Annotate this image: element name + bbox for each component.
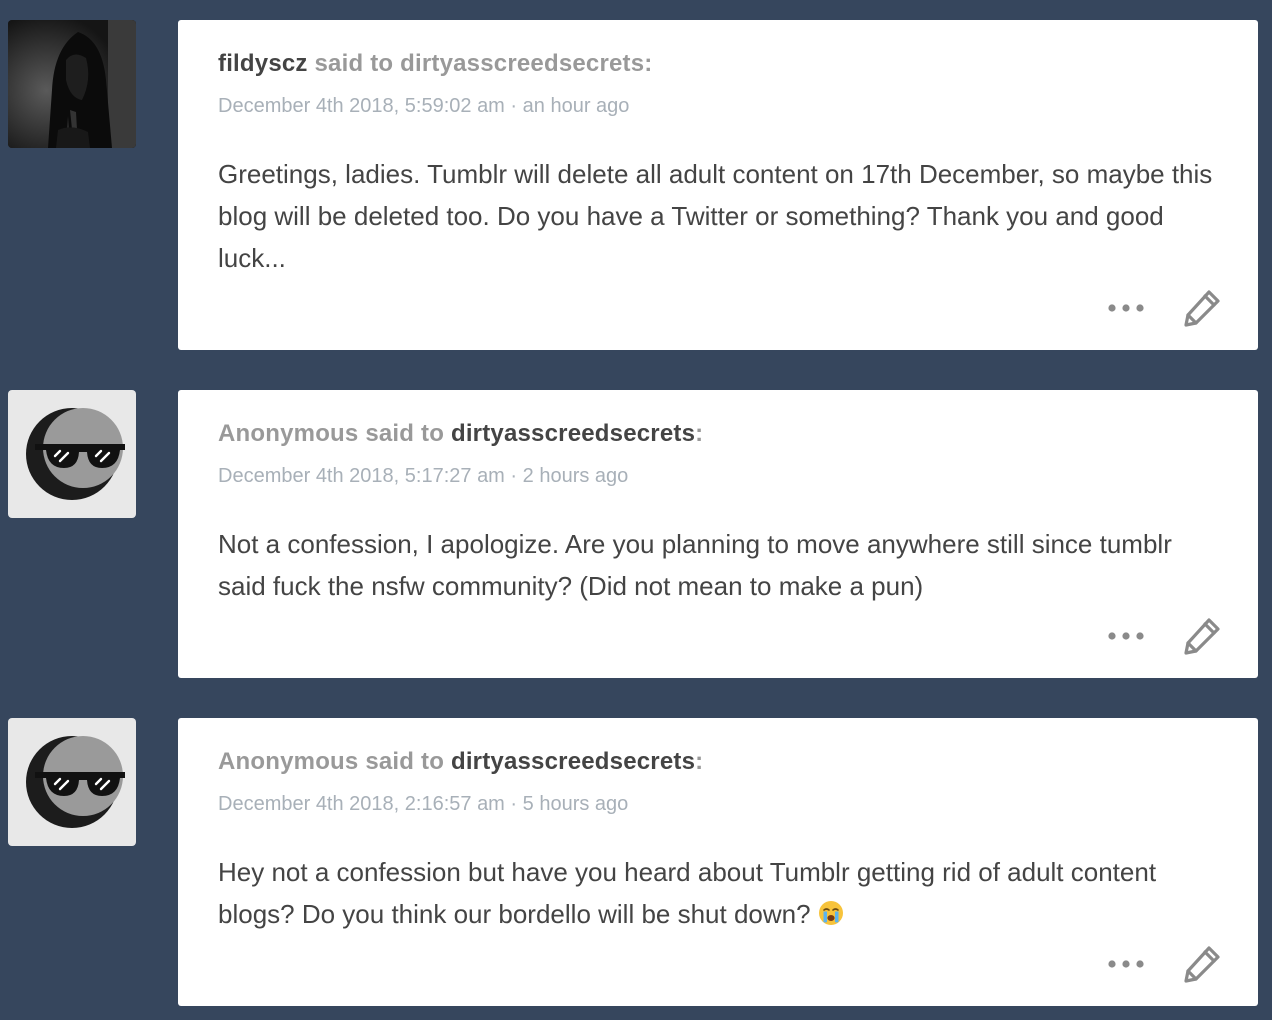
said-to-text: said to: [307, 50, 401, 77]
recipient-name[interactable]: dirtyasscreedsecrets: [451, 420, 695, 447]
anonymous-sunglasses-icon: [26, 408, 125, 500]
asker-avatar[interactable]: [8, 718, 136, 846]
edit-button[interactable]: [1182, 944, 1222, 984]
ask-body: Hey not a confession but have you heard …: [218, 851, 1218, 935]
meta-separator: ·: [504, 793, 523, 815]
ask-header: Anonymous said to dirtyasscreedsecrets:: [218, 420, 703, 448]
asker-avatar[interactable]: [8, 20, 136, 148]
ask-card: fildyscz said to dirtyasscreedsecrets: D…: [178, 20, 1258, 350]
edit-button[interactable]: [1182, 288, 1222, 328]
crying-face-emoji-icon: [818, 901, 843, 925]
meta-separator: ·: [504, 95, 523, 117]
ask-relative-time: 2 hours ago: [522, 465, 629, 487]
more-options-button[interactable]: [1106, 288, 1146, 328]
ask-post: Anonymous said to dirtyasscreedsecrets: …: [0, 718, 1272, 1006]
ask-date: December 4th 2018, 5:17:27 am: [218, 465, 505, 487]
pencil-icon: [1184, 946, 1220, 983]
edit-button[interactable]: [1182, 616, 1222, 656]
ask-relative-time: 5 hours ago: [522, 793, 629, 815]
meta-separator: ·: [504, 465, 523, 487]
ask-body-text: Hey not a confession but have you heard …: [218, 857, 1157, 929]
more-options-button[interactable]: [1106, 944, 1146, 984]
ask-header: fildyscz said to dirtyasscreedsecrets:: [218, 50, 652, 78]
ask-timestamp: December 4th 2018, 5:59:02 am · an hour …: [218, 95, 629, 118]
recipient-colon: :: [695, 420, 704, 447]
ask-timestamp: December 4th 2018, 2:16:57 am · 5 hours …: [218, 793, 628, 816]
ask-card: Anonymous said to dirtyasscreedsecrets: …: [178, 390, 1258, 678]
more-options-icon: [1108, 304, 1144, 312]
pencil-icon: [1184, 618, 1220, 655]
said-to-text: said to: [358, 420, 451, 447]
recipient-name[interactable]: dirtyasscreedsecrets: [451, 748, 695, 775]
asker-avatar[interactable]: [8, 390, 136, 518]
ask-actions: [1106, 616, 1222, 656]
ask-post: fildyscz said to dirtyasscreedsecrets: D…: [0, 20, 1272, 350]
asker-name: Anonymous: [218, 748, 359, 775]
asker-name: Anonymous: [218, 420, 359, 447]
ask-header: Anonymous said to dirtyasscreedsecrets:: [218, 748, 703, 776]
ask-actions: [1106, 944, 1222, 984]
hooded-figure-photo: [8, 20, 136, 148]
said-to-text: said to: [358, 748, 451, 775]
asker-name[interactable]: fildyscz: [218, 50, 308, 77]
ask-timestamp: December 4th 2018, 5:17:27 am · 2 hours …: [218, 465, 628, 488]
ask-inbox-feed: fildyscz said to dirtyasscreedsecrets: D…: [0, 0, 1272, 1020]
more-options-icon: [1108, 960, 1144, 968]
ask-body: Not a confession, I apologize. Are you p…: [218, 529, 1172, 601]
ask-post: Anonymous said to dirtyasscreedsecrets: …: [0, 390, 1272, 678]
more-options-button[interactable]: [1106, 616, 1146, 656]
pencil-icon: [1184, 290, 1220, 327]
ask-date: December 4th 2018, 5:59:02 am: [218, 95, 505, 117]
anonymous-sunglasses-icon: [26, 736, 125, 828]
ask-date: December 4th 2018, 2:16:57 am: [218, 793, 505, 815]
recipient-colon: :: [695, 748, 704, 775]
ask-relative-time: an hour ago: [522, 95, 630, 117]
ask-actions: [1106, 288, 1222, 328]
ask-body: Greetings, ladies. Tumblr will delete al…: [218, 159, 1213, 273]
more-options-icon: [1108, 632, 1144, 640]
ask-card: Anonymous said to dirtyasscreedsecrets: …: [178, 718, 1258, 1006]
recipient-name[interactable]: dirtyasscreedsecrets:: [400, 50, 652, 77]
